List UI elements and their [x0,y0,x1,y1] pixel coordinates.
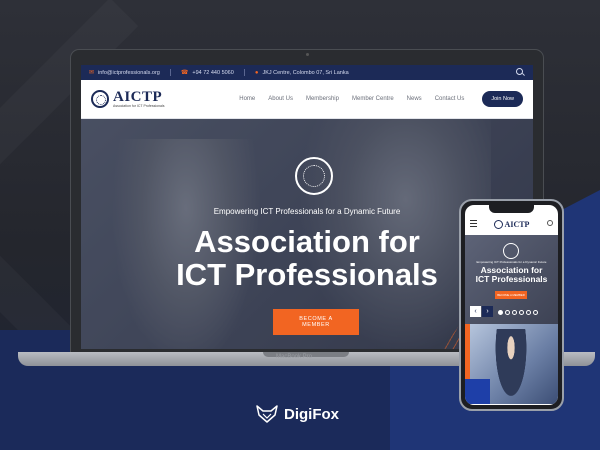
hero-seal-icon [295,157,333,195]
slider-dot[interactable] [512,310,517,315]
phone-text: +94 72 440 5060 [192,69,234,76]
site-logo[interactable]: AICTP Association for ICT Professionals [91,90,165,108]
menu-icon[interactable] [470,220,477,227]
mobile-hero-title: Association for ICT Professionals [465,266,558,284]
camera-dot [306,53,309,56]
search-icon[interactable] [516,68,525,77]
nav-item-home[interactable]: Home [239,96,255,102]
logo-name: AICTP [113,89,163,105]
slider-next-button[interactable]: › [482,306,493,317]
address-item: ● JKJ Centre, Colombo 07, Sri Lanka [255,70,349,76]
nav-item-membership[interactable]: Membership [306,96,339,102]
logo-seal-icon [91,90,109,108]
phone-notch [489,205,534,213]
mobile-become-member-button[interactable]: BECOME A MEMBER [495,291,527,299]
phone-mockup: AICTP Empowering ICT Professionals for a… [459,199,564,411]
phone-item[interactable]: ☎ +94 72 440 5060 [180,69,234,77]
nav-item-contact-us[interactable]: Contact Us [435,96,465,102]
fox-logo-icon [256,405,278,423]
nav-item-about-us[interactable]: About Us [268,96,293,102]
mobile-photo-person [493,329,529,404]
mobile-hero: Empowering ICT Professionals for a Dynam… [465,235,558,324]
address-text: JKJ Centre, Colombo 07, Sri Lanka [262,69,349,76]
become-member-button[interactable]: BECOME A MEMBER [273,309,359,335]
blue-accent-block [465,379,490,404]
brand-logo: DigiFox [256,405,339,423]
main-nav: AICTP Association for ICT Professionals … [81,80,533,119]
join-now-button[interactable]: Join Now [482,91,523,107]
mobile-logo-name[interactable]: AICTP [505,220,530,229]
slider-arrows: ‹ › [470,306,493,317]
slider-dot[interactable] [533,310,538,315]
slider-dots [498,310,538,315]
hero-seal-icon [503,243,519,259]
phone-icon: ☎ [180,70,189,76]
logo-tagline: Association for ICT Professionals [113,104,165,108]
mobile-hero-title-line-2: ICT Professionals [475,274,548,284]
mail-icon: ✉ [89,70,95,76]
nav-menu: Home About Us Membership Member Centre N… [239,96,464,102]
orange-accent-bar [465,324,470,379]
mobile-photo-section [465,324,558,404]
slider-dot[interactable] [498,310,503,315]
brand-name: DigiFox [284,405,339,423]
location-icon: ● [254,69,259,76]
slider-dot[interactable] [526,310,531,315]
phone-screen: AICTP Empowering ICT Professionals for a… [465,205,558,405]
email-text: info@ictprofessionals.org [98,69,160,76]
nav-item-member-centre[interactable]: Member Centre [352,96,394,102]
nav-item-news[interactable]: News [407,96,422,102]
slider-prev-button[interactable]: ‹ [470,306,481,317]
logo-seal-icon [493,219,503,229]
mobile-hero-subtitle: Empowering ICT Professionals for a Dynam… [476,260,547,264]
divider [243,69,245,76]
divider [169,69,171,76]
slider-dot[interactable] [519,310,524,315]
top-info-bar: ✉ info@ictprofessionals.org ☎ +94 72 440… [81,65,533,80]
laptop-label: MacBook Pro [276,354,313,360]
search-icon[interactable] [547,220,553,226]
slider-dot[interactable] [505,310,510,315]
email-item[interactable]: ✉ info@ictprofessionals.org [89,69,160,77]
mobile-nav: AICTP [465,215,558,233]
